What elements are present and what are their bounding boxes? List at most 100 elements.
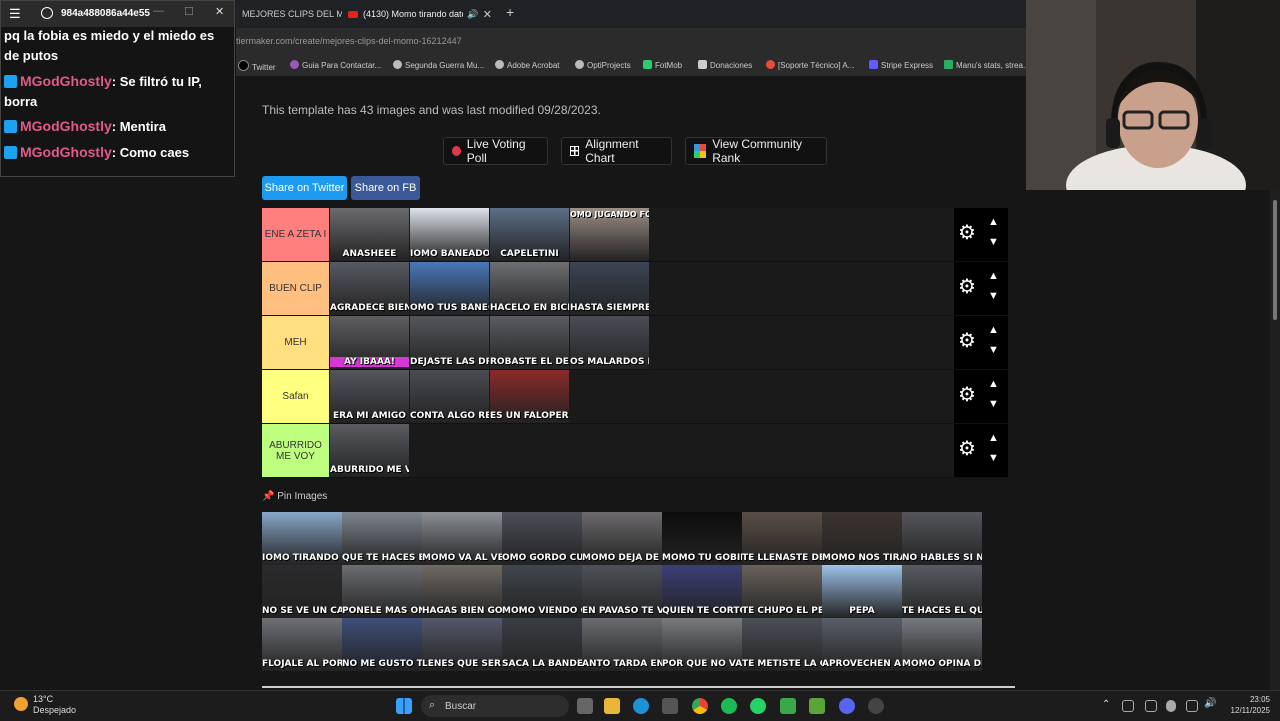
close-icon[interactable]: ✕ [215, 5, 224, 18]
tier-image[interactable]: DEJASTE LAS DROGAS [410, 316, 489, 369]
pin-image[interactable]: SACA LA BANDERA [502, 618, 582, 671]
windows-start-icon[interactable] [396, 698, 412, 714]
pin-image[interactable]: ANTO TARDA EN COCINAR [582, 618, 662, 671]
store-icon[interactable] [662, 698, 678, 714]
tier-image[interactable]: IOMO BANEADO [410, 208, 489, 261]
bookmark-item[interactable]: Donaciones [698, 60, 752, 70]
pin-image[interactable]: MOMO TU GOBIERNO [662, 512, 742, 565]
taskbar-clock[interactable]: 23:05 12/11/2025 [1222, 694, 1270, 716]
live-voting-poll-button[interactable]: Live Voting Poll [443, 137, 548, 165]
pin-image[interactable]: MOMO OPINA DE XOKAS [902, 618, 982, 671]
tab-mejores-clips[interactable]: MEJORES CLIPS DEL M ✕ [236, 2, 342, 26]
gear-icon[interactable]: ⚙ [958, 385, 976, 405]
chevron-up-icon[interactable]: ▲ [988, 324, 999, 336]
bookmark-item[interactable]: Manu's stats, strea... [944, 60, 1030, 70]
bookmark-item[interactable]: OptiProjects [575, 60, 631, 70]
tier-image[interactable]: OMO TUS BANEOS SON FALS PERO DIVERTIDOS [410, 262, 489, 315]
tier-label[interactable]: Safan [262, 370, 329, 423]
edge-icon[interactable] [633, 698, 649, 714]
alignment-chart-button[interactable]: Alignment Chart [561, 137, 672, 165]
bookmark-item[interactable]: Segunda Guerra Mu... [393, 60, 484, 70]
pin-image[interactable]: MOMO NOS TIRA UNA BOMBA [822, 512, 902, 565]
pin-image[interactable]: TE METISTE LA CARA EN UN VOLCAN [742, 618, 822, 671]
pin-image[interactable]: OMO GORDO CULO [502, 512, 582, 565]
pin-image[interactable]: IOMO TIRANDO DATOS [262, 512, 342, 565]
chevron-up-icon[interactable]: ▲ [988, 216, 999, 228]
chevron-down-icon[interactable]: ▼ [988, 398, 999, 410]
tier-label[interactable]: ABURRIDO ME VOY [262, 424, 329, 477]
tier-image[interactable]: ROBASTE EL DE LA DUPLA [490, 316, 569, 369]
gear-icon[interactable]: ⚙ [958, 277, 976, 297]
network-icon[interactable] [1186, 700, 1198, 712]
pin-image[interactable]: TE LLENASTE DE ANUNCIO TE HACES EL HUMIL… [742, 512, 822, 565]
menu-icon[interactable]: ☰ [9, 6, 21, 22]
spotify-icon[interactable] [721, 698, 737, 714]
chevron-up-icon[interactable]: ⌃ [1102, 699, 1110, 710]
volume-icon[interactable]: 🔊 [1204, 698, 1216, 709]
pin-image[interactable]: PEPA [822, 565, 902, 618]
bookmark-item[interactable]: Twitter [238, 60, 276, 72]
chevron-down-icon[interactable]: ▼ [988, 290, 999, 302]
pin-image[interactable]: NO ME GUSTO TU PREGUNTA [342, 618, 422, 671]
pin-image[interactable]: EN PAVASO TE VESTISTE [582, 565, 662, 618]
pin-image[interactable]: MOMO DEJA DE ROBAR [582, 512, 662, 565]
page-scrollbar[interactable] [1270, 190, 1280, 690]
chevron-up-icon[interactable]: ▲ [988, 270, 999, 282]
tier-image[interactable]: ABURRIDO ME VOY [330, 424, 409, 477]
tier-image[interactable]: ERA MI AMIGO [330, 370, 409, 423]
tier-image[interactable]: AGRADECE BIEN [330, 262, 409, 315]
chevron-up-icon[interactable]: ▲ [988, 432, 999, 444]
taskbar-search[interactable]: ⌕ Buscar [421, 695, 569, 717]
tray-icon[interactable] [1145, 700, 1157, 712]
pin-image[interactable]: LENES QUE SER PROFESOR DE HISTORIA [422, 618, 502, 671]
microphone-icon[interactable] [1166, 700, 1176, 712]
share-twitter-button[interactable]: Share on Twitter [262, 176, 347, 200]
tier-image[interactable]: OMO JUGANDO FORTNI [570, 208, 649, 261]
chat-username[interactable]: MGodGhostly [20, 144, 112, 160]
pin-image[interactable]: FLOJALE AL PORRO [262, 618, 342, 671]
tier-image[interactable]: CAPELETINI [490, 208, 569, 261]
pin-image[interactable]: PONELE MAS ONDA [342, 565, 422, 618]
pin-image[interactable]: QUIEN TE CORTO EL PELO PARA NO IR [662, 565, 742, 618]
tray-icon[interactable] [1122, 700, 1134, 712]
discord-icon[interactable] [839, 698, 855, 714]
close-icon[interactable]: ✕ [483, 8, 492, 21]
pin-image[interactable]: QUE TE HACES EL VIVO [342, 512, 422, 565]
chevron-up-icon[interactable]: ▲ [988, 378, 999, 390]
chevron-down-icon[interactable]: ▼ [988, 452, 999, 464]
tier-image[interactable]: ES UN FALOPERO CON FAMA NOMAS [490, 370, 569, 423]
bookmark-item[interactable]: Adobe Acrobat [495, 60, 559, 70]
tier-image[interactable]: CONTA ALGO REAL [410, 370, 489, 423]
chevron-down-icon[interactable]: ▼ [988, 344, 999, 356]
chat-username[interactable]: MGodGhostly [20, 73, 112, 89]
url-field[interactable]: tiermaker.com/create/mejores-clips-del-m… [236, 36, 462, 46]
pin-image[interactable]: HAGAS BIEN GORDITO [422, 565, 502, 618]
share-fb-button[interactable]: Share on FB [351, 176, 420, 200]
bookmark-item[interactable]: Guia Para Contactar... [290, 60, 381, 70]
community-rank-button[interactable]: View Community Rank [685, 137, 827, 165]
pin-image[interactable]: MOMO VIENDO CULO [502, 565, 582, 618]
tier-label[interactable]: MEH [262, 316, 329, 369]
app-icon[interactable] [780, 698, 796, 714]
chat-username[interactable]: MGodGhostly [20, 118, 112, 134]
speaker-icon[interactable]: 🔊 [467, 9, 478, 20]
minecraft-icon[interactable] [809, 698, 825, 714]
tier-label[interactable]: ENE A ZETA I [262, 208, 329, 261]
pin-image[interactable]: TE CHUPO EL PELO UNA VACA [742, 565, 822, 618]
tier-image[interactable]: HACELO EN BICICLETA [490, 262, 569, 315]
tier-image[interactable]: HASTA SIEMPRE DIEGUITO [570, 262, 649, 315]
gear-icon[interactable]: ⚙ [958, 331, 976, 351]
chrome-icon[interactable] [692, 698, 708, 714]
bookmark-item[interactable]: Stripe Express [869, 60, 933, 70]
new-tab-button[interactable]: + [506, 4, 514, 20]
minimize-icon[interactable]: — [153, 5, 164, 17]
tier-image[interactable]: ANASHEEE [330, 208, 409, 261]
bookmark-item[interactable]: FotMob [643, 60, 682, 70]
pin-image[interactable]: NO HABLES SI NO SABES PA [902, 512, 982, 565]
tier-image[interactable]: AY IBAAA! [330, 316, 409, 369]
maximize-icon[interactable]: ☐ [184, 5, 194, 18]
pin-image[interactable]: APROVECHEN A BARDEAR A MOMO [822, 618, 902, 671]
scroll-thumb[interactable] [1273, 200, 1277, 320]
tier-image[interactable]: OS MALARDOS REACCIONANDO [570, 316, 649, 369]
chevron-down-icon[interactable]: ▼ [988, 236, 999, 248]
